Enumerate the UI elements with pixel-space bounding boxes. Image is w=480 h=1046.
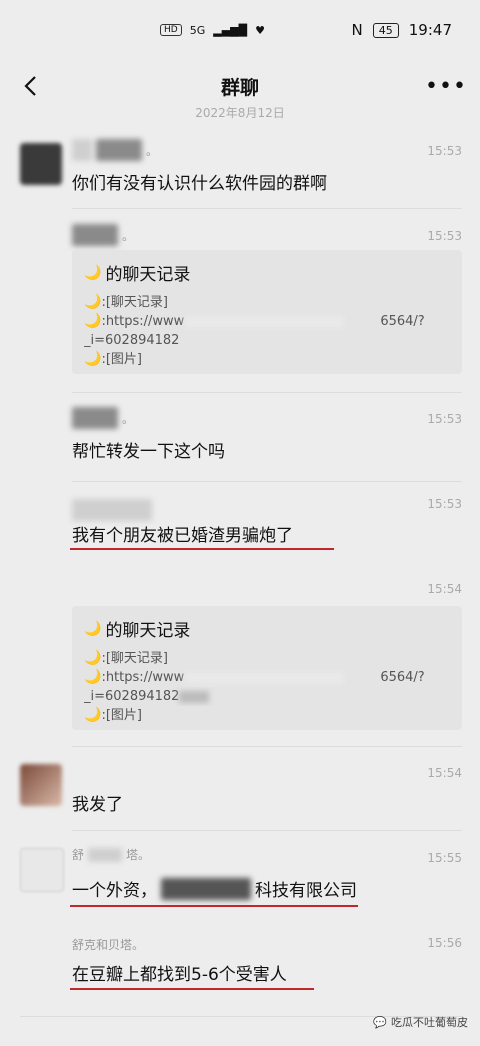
- moon-icon: 🌙: [84, 650, 102, 666]
- card-line: 🌙:https://www 6564/?: [84, 313, 425, 329]
- message-time: 15:53: [427, 229, 462, 243]
- name-redacted: [72, 139, 92, 161]
- hd-indicator: HD: [160, 24, 182, 36]
- nfc-icon: N: [351, 21, 363, 39]
- divider: [72, 392, 462, 393]
- message-time: 15:54: [427, 766, 462, 780]
- avatar[interactable]: [20, 143, 62, 185]
- card-line: _i=602894182: [84, 333, 180, 348]
- status-bar: HD 5G ▂▄▆█ ♥ N 45 19:47: [0, 0, 480, 60]
- chat-record-card[interactable]: 🌙 的聊天记录 🌙:[聊天记录] 🌙:https://www 6564/? _i=6…: [72, 606, 462, 730]
- sender-name: [72, 499, 152, 521]
- card-line: 🌙:[聊天记录]: [84, 294, 168, 310]
- message-2: 。 15:53 🌙 的聊天记录 🌙:[聊天记录] 🌙:https://www 656…: [0, 220, 480, 393]
- moon-icon: 🌙: [84, 351, 102, 367]
- message-time: 15:55: [427, 851, 462, 865]
- message-6: 15:54 我发了: [0, 760, 480, 831]
- signal-icon: ▂▄▆█: [213, 23, 248, 37]
- card-line: 🌙:[图片]: [84, 707, 142, 723]
- card-line: 🌙:[聊天记录]: [84, 650, 168, 666]
- message-time: 15:53: [427, 497, 462, 511]
- moon-icon: 🌙: [84, 294, 102, 310]
- divider: [72, 481, 462, 482]
- name-redacted: [72, 407, 118, 429]
- message-text[interactable]: 帮忙转发一下这个吗: [72, 437, 225, 462]
- sender-name: 。: [72, 139, 158, 161]
- sender-name: 舒 塔。: [72, 847, 151, 862]
- message-5: 15:54 🌙 的聊天记录 🌙:[聊天记录] 🌙:https://www 6564/…: [0, 578, 480, 748]
- message-text[interactable]: 你们有没有认识什么软件园的群啊: [72, 169, 327, 194]
- status-left: HD 5G ▂▄▆█ ♥: [160, 24, 265, 37]
- card-line: _i=602894182: [84, 687, 450, 706]
- message-4: 15:53 我有个朋友被已婚渣男骗炮了: [0, 495, 480, 565]
- battery-icon: 45: [372, 22, 399, 38]
- moon-icon: 🌙: [84, 669, 102, 685]
- network-indicator: 5G: [189, 23, 206, 37]
- company-redacted: [161, 877, 251, 900]
- divider: [72, 208, 462, 209]
- heart-icon: ♥: [255, 23, 265, 37]
- message-time: 15:53: [427, 412, 462, 426]
- message-8: 舒克和贝塔。 15:56 在豆瓣上都找到5-6个受害人: [0, 930, 480, 1017]
- message-time: 15:53: [427, 144, 462, 158]
- message-text[interactable]: 在豆瓣上都找到5-6个受害人: [72, 960, 287, 985]
- date-separator: 2022年8月12日: [195, 106, 285, 120]
- moon-icon: 🌙: [84, 264, 102, 281]
- message-text[interactable]: 我有个朋友被已婚渣男骗炮了: [72, 521, 293, 546]
- message-time: 15:54: [427, 582, 462, 596]
- divider: [72, 746, 462, 747]
- message-text[interactable]: 我发了: [72, 790, 123, 815]
- name-redacted: [96, 139, 142, 161]
- highlight-underline: [70, 988, 314, 990]
- name-redacted: [72, 499, 152, 521]
- message-3: 。 15:53 帮忙转发一下这个吗: [0, 403, 480, 483]
- page-title: 群聊: [220, 76, 259, 99]
- divider: [72, 830, 462, 831]
- sender-name: 。: [72, 224, 134, 246]
- highlight-underline: [70, 548, 334, 550]
- message-time: 15:56: [427, 936, 462, 950]
- card-line: 🌙:[图片]: [84, 351, 142, 367]
- watermark: 💬 吃瓜不吐葡萄皮: [373, 1015, 468, 1030]
- highlight-underline: [70, 905, 358, 907]
- back-button[interactable]: [12, 68, 48, 104]
- clock: 19:47: [408, 21, 452, 39]
- card-title: 🌙 的聊天记录: [84, 264, 191, 286]
- chevron-left-icon: [24, 76, 36, 96]
- message-7: 舒 塔。 15:55 一个外资， 科技有限公司: [0, 842, 480, 916]
- message-1: 。 15:53 你们有没有认识什么软件园的群啊: [0, 135, 480, 209]
- redacted: [184, 671, 345, 684]
- moon-icon: 🌙: [84, 620, 102, 637]
- card-line: 🌙:https://www 6564/?: [84, 669, 425, 685]
- wechat-icon: 💬: [373, 1015, 387, 1029]
- more-options-button[interactable]: •••: [425, 68, 467, 104]
- avatar[interactable]: [20, 848, 64, 892]
- redacted: [184, 315, 345, 328]
- sender-name: 舒克和贝塔。: [72, 938, 145, 952]
- redacted: [179, 690, 210, 703]
- card-title: 🌙 的聊天记录: [84, 620, 191, 642]
- name-redacted: [88, 847, 123, 862]
- moon-icon: 🌙: [84, 707, 102, 723]
- moon-icon: 🌙: [84, 313, 102, 329]
- avatar[interactable]: [20, 764, 62, 806]
- message-text[interactable]: 一个外资， 科技有限公司: [72, 876, 357, 901]
- sender-name: 。: [72, 407, 134, 429]
- chat-record-card[interactable]: 🌙 的聊天记录 🌙:[聊天记录] 🌙:https://www 6564/? _i=6…: [72, 250, 462, 374]
- more-icon: •••: [425, 73, 467, 99]
- status-right: N 45 19:47: [352, 21, 452, 39]
- name-redacted: [72, 224, 118, 246]
